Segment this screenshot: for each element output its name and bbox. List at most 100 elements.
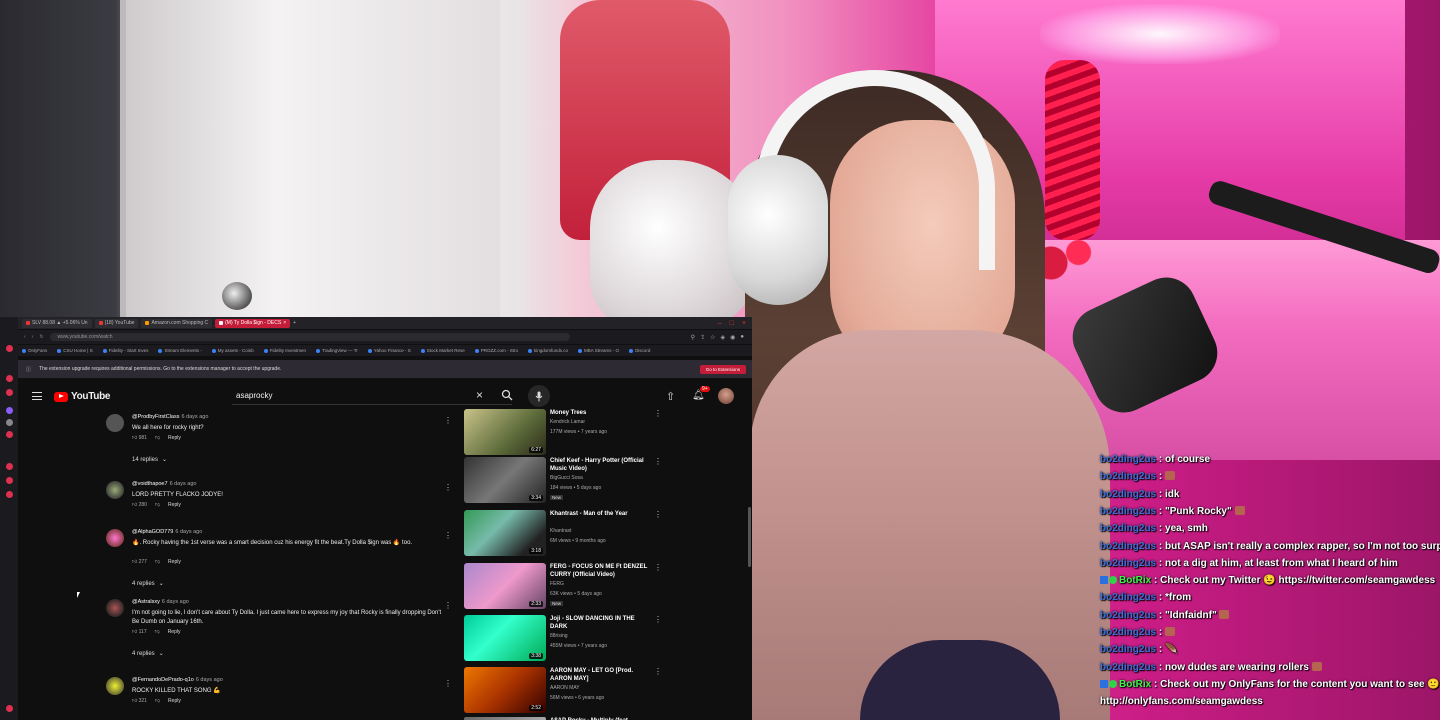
bookmark-item[interactable]: MBA Streams - O [578,348,619,353]
new-tab-icon[interactable]: + [293,320,296,326]
reply-button[interactable]: Reply [168,435,181,441]
video-title[interactable]: Khantrast - Man of the Year [550,510,650,518]
bookmark-item[interactable]: kingdomfunds.co [528,348,568,353]
sidebar-app-icon[interactable] [6,463,13,470]
like-button[interactable]: 👍︎ 277 [132,559,147,565]
video-title[interactable]: FERG - FOCUS ON ME Ft DENZEL CURRY (Offi… [550,563,650,579]
close-window-icon[interactable]: × [742,320,746,327]
chat-username[interactable]: bo2ding2us [1100,610,1156,621]
extension-icon[interactable]: ◉ [730,334,735,341]
video-title[interactable]: Chief Keef - Harry Potter (Official Musi… [550,457,650,473]
chat-username[interactable]: bo2ding2us [1100,592,1156,603]
sidebar-app-icon[interactable] [6,389,13,396]
tab-active[interactable]: (M) Ty Dolla $ign - DECS × [215,318,291,328]
comment-author[interactable]: @FernandoDePrado-q1o [132,677,194,683]
chat-username[interactable]: bo2ding2us [1100,558,1156,569]
tab-slv[interactable]: SLV 88.08 ▲ +5.06% Un [22,318,92,328]
more-options-icon[interactable]: ⋮ [654,457,662,466]
bookmark-item[interactable]: Stream Elements - [158,348,202,353]
share-icon[interactable]: ⇪ [700,334,705,341]
reply-button[interactable]: Reply [168,559,181,565]
comment-author[interactable]: @voidthapoe7 [132,481,168,487]
more-options-icon[interactable]: ⋮ [444,601,452,610]
chat-username[interactable]: bo2ding2us [1100,489,1156,500]
video-thumbnail[interactable]: 6:27 [464,409,546,455]
comment-author[interactable]: @ProdbyFirstClass [132,414,179,420]
video-title[interactable]: Joji - SLOW DANCING IN THE DARK [550,615,650,631]
sidebar-app-icon[interactable] [6,407,13,414]
more-options-icon[interactable]: ⋮ [444,416,452,425]
bookmark-item[interactable]: My assets - Coinb [211,348,254,353]
clear-search-icon[interactable]: × [476,388,483,402]
bookmark-item[interactable]: Discord [629,348,650,353]
chat-username[interactable]: bo2ding2us [1100,662,1156,673]
channel-name[interactable]: FERG [550,581,564,587]
like-button[interactable]: 👍︎ 117 [132,629,147,635]
channel-name[interactable]: Kendrick Lamar [550,419,585,425]
view-replies-button[interactable]: 4 replies ⌄ [132,650,164,658]
profile-icon[interactable]: ● [740,334,744,341]
more-options-icon[interactable]: ⋮ [444,483,452,492]
commenter-avatar[interactable] [106,529,124,547]
chat-username[interactable]: bo2ding2us [1100,541,1156,552]
recommended-video[interactable]: 3:34 Chief Keef - Harry Potter (Official … [464,457,674,505]
video-thumbnail[interactable]: 3:38 [464,615,546,661]
channel-name[interactable]: 88rising [550,633,568,639]
commenter-avatar[interactable] [106,599,124,617]
search-button[interactable] [494,385,520,405]
dislike-icon[interactable]: 👎︎ [155,502,160,508]
recommended-video[interactable]: 3:38 Joji - SLOW DANCING IN THE DARK 88ris… [464,615,674,663]
reload-icon[interactable]: ↻ [39,334,43,340]
recommended-video[interactable]: 6:27 Money Trees Kendrick Lamar 177M views … [464,409,674,457]
bookmark-item[interactable]: PROZZ.com - Stro [474,348,518,353]
view-replies-button[interactable]: 14 replies ⌄ [132,456,167,464]
comment-author[interactable]: @AlphaGOD779 [132,529,173,535]
sidebar-app-icon[interactable] [6,419,13,426]
menu-icon[interactable] [32,392,42,400]
extension-icon[interactable]: ◈ [721,334,726,341]
recommended-video[interactable]: 3:18 Khantrast - Man of the Year Khantrast… [464,510,674,558]
chat-username[interactable]: bo2ding2us [1100,471,1156,482]
channel-name[interactable]: AARON MAY [550,685,580,691]
dislike-icon[interactable]: 👎︎ [155,559,160,565]
sidebar-app-icon[interactable] [6,477,13,484]
more-options-icon[interactable]: ⋮ [654,563,662,572]
more-options-icon[interactable]: ⋮ [654,409,662,418]
minimize-icon[interactable]: – [718,320,722,327]
video-thumbnail[interactable]: 2:33 [464,563,546,609]
more-options-icon[interactable]: ⋮ [654,667,662,676]
video-title[interactable]: AARON MAY - LET GO [Prod. AARON MAY] [550,667,650,683]
address-bar[interactable]: www.youtube.com/watch [49,333,570,341]
bookmark-icon[interactable]: ☆ [710,334,715,341]
dislike-icon[interactable]: 👎︎ [155,629,160,635]
account-avatar[interactable] [718,388,734,404]
forward-icon[interactable]: › [32,334,34,340]
create-icon[interactable]: ⇧ [666,390,675,403]
bookmark-item[interactable]: Fidelity - Start Inves [102,348,148,353]
commenter-avatar[interactable] [106,677,124,695]
reply-button[interactable]: Reply [168,629,181,635]
video-title[interactable]: Money Trees [550,409,650,417]
commenter-avatar[interactable] [106,414,124,432]
voice-search-button[interactable] [528,385,550,407]
like-button[interactable]: 👍︎ 280 [132,502,147,508]
channel-name[interactable]: BigGucci Sosa [550,475,583,481]
dislike-icon[interactable]: 👎︎ [155,698,160,704]
video-thumbnail[interactable]: 3:34 [464,457,546,503]
chat-username[interactable]: BotRix [1119,575,1151,586]
view-replies-button[interactable]: 4 replies ⌄ [132,580,164,588]
maximize-icon[interactable]: □ [730,320,734,327]
video-thumbnail[interactable]: 3:18 [464,510,546,556]
chat-username[interactable]: bo2ding2us [1100,627,1156,638]
chat-username[interactable]: bo2ding2us [1100,523,1156,534]
reply-button[interactable]: Reply [168,698,181,704]
chat-username[interactable]: bo2ding2us [1100,506,1156,517]
dislike-icon[interactable]: 👎︎ [155,435,160,441]
sidebar-app-icon[interactable] [6,491,13,498]
sidebar-settings-icon[interactable] [6,705,13,712]
comment-author[interactable]: @Astralsxy [132,599,160,605]
bookmark-item[interactable]: TradingView — Tr [316,348,358,353]
video-thumbnail[interactable]: 2:52 [464,667,546,713]
close-tab-icon[interactable]: × [283,320,286,326]
youtube-logo[interactable]: YouTube [54,391,111,402]
